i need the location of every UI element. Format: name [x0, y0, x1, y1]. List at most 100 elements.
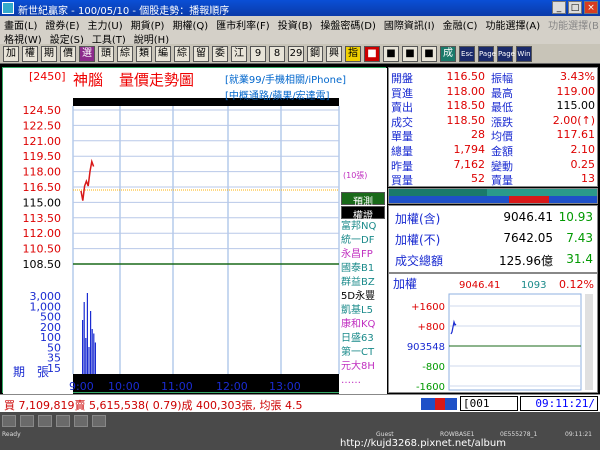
taskbar-app-icon[interactable] [38, 415, 52, 427]
volume-bar [93, 333, 95, 374]
trade-summary: 買 7,109,819賣 5,615,538( 0.79)成 400,303張,… [4, 399, 303, 412]
toolbar-button[interactable]: ■ [402, 45, 418, 62]
toolbar-button[interactable]: 江 [231, 45, 247, 62]
toolbar-button[interactable]: ■ [364, 45, 380, 62]
menu-item[interactable]: 工具(T) [88, 31, 130, 46]
toolbar-button[interactable]: 期 [41, 45, 57, 62]
menu-item[interactable]: 匯市利率(F) [212, 17, 274, 32]
toolbar-button[interactable]: 綜 [174, 45, 190, 62]
menu-item[interactable]: 格視(W) [0, 31, 46, 46]
toolbar-button[interactable]: Page [497, 45, 515, 62]
menu-item[interactable]: 投資(B) [274, 17, 317, 32]
menu-item[interactable]: 操盤密碼(D) [316, 17, 380, 32]
menu-item[interactable]: 說明(H) [130, 31, 173, 46]
toolbar-button[interactable]: 加 [3, 45, 19, 62]
menu-item[interactable]: 證券(E) [41, 17, 83, 32]
toolbar-button[interactable]: 選 [79, 45, 95, 62]
menu-item[interactable]: 金融(C) [439, 17, 482, 32]
index-tick-label: -1600 [416, 382, 445, 392]
toolbar-button[interactable]: Esc [459, 45, 475, 62]
broker-warrant-tab[interactable]: 權證 [341, 206, 385, 222]
summary-change: 7.43 [566, 231, 593, 245]
toolbar-button[interactable]: 留 [193, 45, 209, 62]
broker-item[interactable]: 統一DF [341, 234, 385, 248]
volume-bar [88, 347, 90, 374]
toolbar-button[interactable]: Page [478, 45, 496, 62]
taskbar-app-icon[interactable] [20, 415, 34, 427]
toolbar-button[interactable]: ■ [421, 45, 437, 62]
broker-item[interactable]: 永昌FP [341, 248, 385, 262]
toolbar-button[interactable]: 價 [60, 45, 76, 62]
quote-label: 變動 [491, 159, 513, 173]
broker-item[interactable]: 凱基L5 [341, 304, 385, 318]
broker-item[interactable]: 康和KQ [341, 318, 385, 332]
price-tick-label: 115.00 [23, 196, 62, 209]
taskbar-app-icon[interactable] [2, 415, 16, 427]
quote-value: 13 [581, 172, 595, 186]
menu-item[interactable]: 期權(Q) [168, 17, 212, 32]
maximize-button[interactable]: □ [568, 1, 582, 14]
price-tick-label: 113.50 [23, 212, 62, 225]
quote-row: 開盤 116.50 振幅 3.43% [389, 70, 599, 85]
menu-item[interactable]: 國際資訊(I) [380, 17, 439, 32]
toolbar-button[interactable]: 編 [155, 45, 171, 62]
toolbar-button[interactable]: 8 [269, 45, 285, 62]
menu-item[interactable]: 期貨(P) [127, 17, 169, 32]
taskbar-app-icon[interactable] [92, 415, 106, 427]
quote-value: 1,794 [453, 143, 486, 156]
toolbar-button[interactable]: 鋼 [307, 45, 323, 62]
quote-value: 116.50 [446, 70, 486, 83]
menu-item[interactable]: 設定(S) [46, 31, 88, 46]
status-time: 09:11:21 [565, 431, 592, 438]
price-tick-label: 108.50 [23, 258, 62, 271]
volume-bar [83, 302, 85, 374]
toolbar-button[interactable]: 權 [22, 45, 38, 62]
price-volume-chart: 9:00 10:00 11:00 12:00 13:00 124.50 122.50 121.… [3, 68, 387, 394]
toolbar-button[interactable]: 類 [136, 45, 152, 62]
index-tick-label: +800 [418, 322, 445, 333]
minimize-button[interactable]: _ [552, 1, 566, 14]
title-bar: 新世紀贏家 - 100/05/10 - 個股走勢：播報順序 _ □ × [0, 0, 600, 17]
toolbar-button[interactable]: 興 [326, 45, 342, 62]
index-plot-area [448, 293, 582, 391]
broker-forecast-tab[interactable]: 預測 [341, 192, 385, 208]
toolbar-button[interactable]: 頭 [98, 45, 114, 62]
quote-row: 賣出 118.50 最低 115.00 [389, 99, 599, 114]
toolbar-button[interactable]: 綜 [117, 45, 133, 62]
menu-item[interactable]: 畫面(L) [0, 17, 41, 32]
toolbar-button[interactable]: 指 [345, 45, 361, 62]
toolbar-button[interactable]: 29 [288, 45, 304, 62]
broker-item[interactable]: 元大8H [341, 360, 385, 374]
volume-bar [90, 311, 92, 374]
index-scrollbar[interactable] [585, 294, 593, 390]
time-tick-label: 12:00 [216, 380, 248, 393]
stock-code-input[interactable]: [001 [460, 396, 518, 411]
broker-item[interactable]: 5D永豐 [341, 290, 385, 304]
taskbar-app-icon[interactable] [56, 415, 70, 427]
quote-value: 118.50 [446, 99, 486, 113]
toolbar-button[interactable]: 成 [440, 45, 456, 62]
taskbar-app-icon[interactable] [74, 415, 88, 427]
toolbar-button[interactable]: ■ [383, 45, 399, 62]
index-change: 0.12% [559, 278, 594, 291]
broker-item[interactable]: 群益BZ [341, 276, 385, 290]
close-button[interactable]: × [584, 1, 598, 14]
window-title: 新世紀贏家 - 100/05/10 - 個股走勢：播報順序 [18, 6, 230, 17]
broker-item[interactable]: 日盛63 [341, 332, 385, 346]
broker-item[interactable]: 國泰B1 [341, 262, 385, 276]
quote-value: 2.10 [570, 143, 596, 156]
toolbar-button[interactable]: Win [516, 45, 532, 62]
menu-item[interactable]: 主力(U) [84, 17, 127, 32]
broker-item[interactable]: …… [341, 374, 385, 388]
price-tick-label: 124.50 [23, 104, 62, 117]
price-tick-label: 116.50 [23, 181, 62, 194]
quote-value: 28 [471, 128, 485, 142]
menu-item[interactable]: 功能選擇(B) [544, 17, 600, 32]
summary-value: 125.96億 [499, 254, 553, 268]
toolbar-button[interactable]: 委 [212, 45, 228, 62]
quote-row: 單量 28 均價 117.61 [389, 128, 599, 143]
menu-item[interactable]: 功能選擇(A) [481, 17, 544, 32]
broker-item[interactable]: 第一CT [341, 346, 385, 360]
broker-item[interactable]: 富邦NQ [341, 220, 385, 234]
toolbar-button[interactable]: 9 [250, 45, 266, 62]
